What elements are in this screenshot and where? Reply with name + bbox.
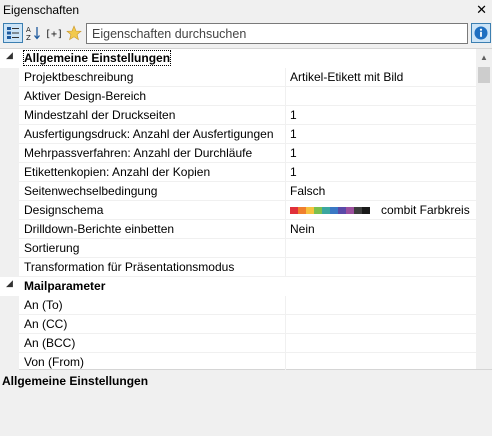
color-swatch (306, 207, 314, 214)
property-value[interactable]: Artikel-Etikett mit Bild (286, 68, 476, 87)
color-swatch (362, 207, 370, 214)
search-input[interactable] (87, 24, 462, 43)
property-value[interactable] (286, 315, 476, 334)
svg-text:A: A (26, 26, 31, 34)
property-row[interactable]: Projektbeschreibung Artikel-Etikett mit … (0, 68, 476, 87)
color-swatch (330, 207, 338, 214)
property-value[interactable] (286, 334, 476, 353)
property-row[interactable]: An (CC) (0, 315, 476, 334)
svg-text:[+]: [+] (45, 29, 63, 40)
search-field[interactable] (86, 23, 468, 44)
property-name: Sortierung (19, 239, 286, 258)
categorized-view-icon (7, 27, 19, 39)
category-mail-parameters[interactable]: ◢ Mailparameter (0, 277, 476, 296)
info-button[interactable] (471, 23, 491, 43)
info-icon (474, 26, 488, 40)
favorites-star-icon (66, 25, 82, 41)
color-swatch (298, 207, 306, 214)
favorites-button[interactable] (64, 23, 84, 43)
property-name: Transformation für Präsentationsmodus (19, 258, 286, 277)
property-row[interactable]: Sortierung (0, 239, 476, 258)
category-label: Allgemeine Einstellungen (22, 50, 172, 66)
window-title: Eigenschaften (3, 3, 80, 17)
categorized-view-button[interactable] (3, 23, 23, 43)
expand-collapse-icon: [+] (45, 29, 63, 40)
property-name: Seitenwechselbedingung (19, 182, 286, 201)
property-name: Mindestzahl der Druckseiten (19, 106, 286, 125)
property-value[interactable] (286, 296, 476, 315)
property-row[interactable]: An (BCC) (0, 334, 476, 353)
property-name: An (CC) (19, 315, 286, 334)
property-name: Projektbeschreibung (19, 68, 286, 87)
property-name: Drilldown-Berichte einbetten (19, 220, 286, 239)
property-value[interactable]: 1 (286, 125, 476, 144)
property-name: An (BCC) (19, 334, 286, 353)
property-row[interactable]: Seitenwechselbedingung Falsch (0, 182, 476, 201)
toolbar: A Z [+] (0, 20, 492, 48)
svg-text:Z: Z (26, 34, 31, 41)
close-icon[interactable]: ✕ (476, 2, 487, 18)
color-swatch (354, 207, 362, 214)
color-scheme-swatches (290, 207, 370, 214)
scroll-up-arrow-icon[interactable]: ▲ (480, 53, 488, 62)
vertical-scrollbar[interactable]: ▲ (476, 49, 492, 369)
property-value[interactable]: Nein (286, 220, 476, 239)
design-scheme-value[interactable]: combit Farbkreis (286, 201, 476, 220)
scrollbar-thumb[interactable] (478, 67, 490, 83)
category-general-settings[interactable]: ◢ Allgemeine Einstellungen (0, 49, 476, 68)
window-titlebar: Eigenschaften ✕ (0, 0, 492, 20)
property-value[interactable]: Falsch (286, 182, 476, 201)
property-row[interactable]: Transformation für Präsentationsmodus (0, 258, 476, 277)
property-row[interactable]: Aktiver Design-Bereich (0, 87, 476, 106)
property-value[interactable] (286, 258, 476, 277)
property-value[interactable] (286, 239, 476, 258)
property-name: An (To) (19, 296, 286, 315)
description-panel: Allgemeine Einstellungen (0, 370, 492, 436)
scheme-label: combit Farbkreis (381, 203, 470, 217)
property-row[interactable]: Designschema combit Farbkreis (0, 201, 476, 220)
collapse-triangle-icon[interactable]: ◢ (6, 278, 13, 289)
property-name: Aktiver Design-Bereich (19, 87, 286, 106)
property-row[interactable]: Ausfertigungsdruck: Anzahl der Ausfertig… (0, 125, 476, 144)
property-value[interactable]: 1 (286, 163, 476, 182)
property-row[interactable]: Mehrpassverfahren: Anzahl der Durchläufe… (0, 144, 476, 163)
expand-collapse-button[interactable]: [+] (44, 23, 64, 43)
category-label: Mailparameter (24, 279, 106, 293)
color-swatch (338, 207, 346, 214)
sort-alphabetical-icon: A Z (26, 26, 40, 41)
property-row[interactable]: Mindestzahl der Druckseiten 1 (0, 106, 476, 125)
property-row[interactable]: Etikettenkopien: Anzahl der Kopien 1 (0, 163, 476, 182)
property-name: Designschema (19, 201, 286, 220)
property-name: Mehrpassverfahren: Anzahl der Durchläufe (19, 144, 286, 163)
property-value[interactable] (286, 87, 476, 106)
property-value[interactable]: 1 (286, 106, 476, 125)
property-name: Ausfertigungsdruck: Anzahl der Ausfertig… (19, 125, 286, 144)
color-swatch (346, 207, 354, 214)
property-name: Etikettenkopien: Anzahl der Kopien (19, 163, 286, 182)
color-swatch (290, 207, 298, 214)
collapse-triangle-icon[interactable]: ◢ (6, 50, 13, 61)
sort-alphabetical-button[interactable]: A Z (24, 23, 44, 43)
property-row[interactable]: An (To) (0, 296, 476, 315)
description-title: Allgemeine Einstellungen (2, 374, 149, 388)
property-row[interactable]: Drilldown-Berichte einbetten Nein (0, 220, 476, 239)
color-swatch (322, 207, 330, 214)
property-grid: ◢ Allgemeine Einstellungen Projektbeschr… (0, 48, 492, 372)
property-value[interactable]: 1 (286, 144, 476, 163)
color-swatch (314, 207, 322, 214)
